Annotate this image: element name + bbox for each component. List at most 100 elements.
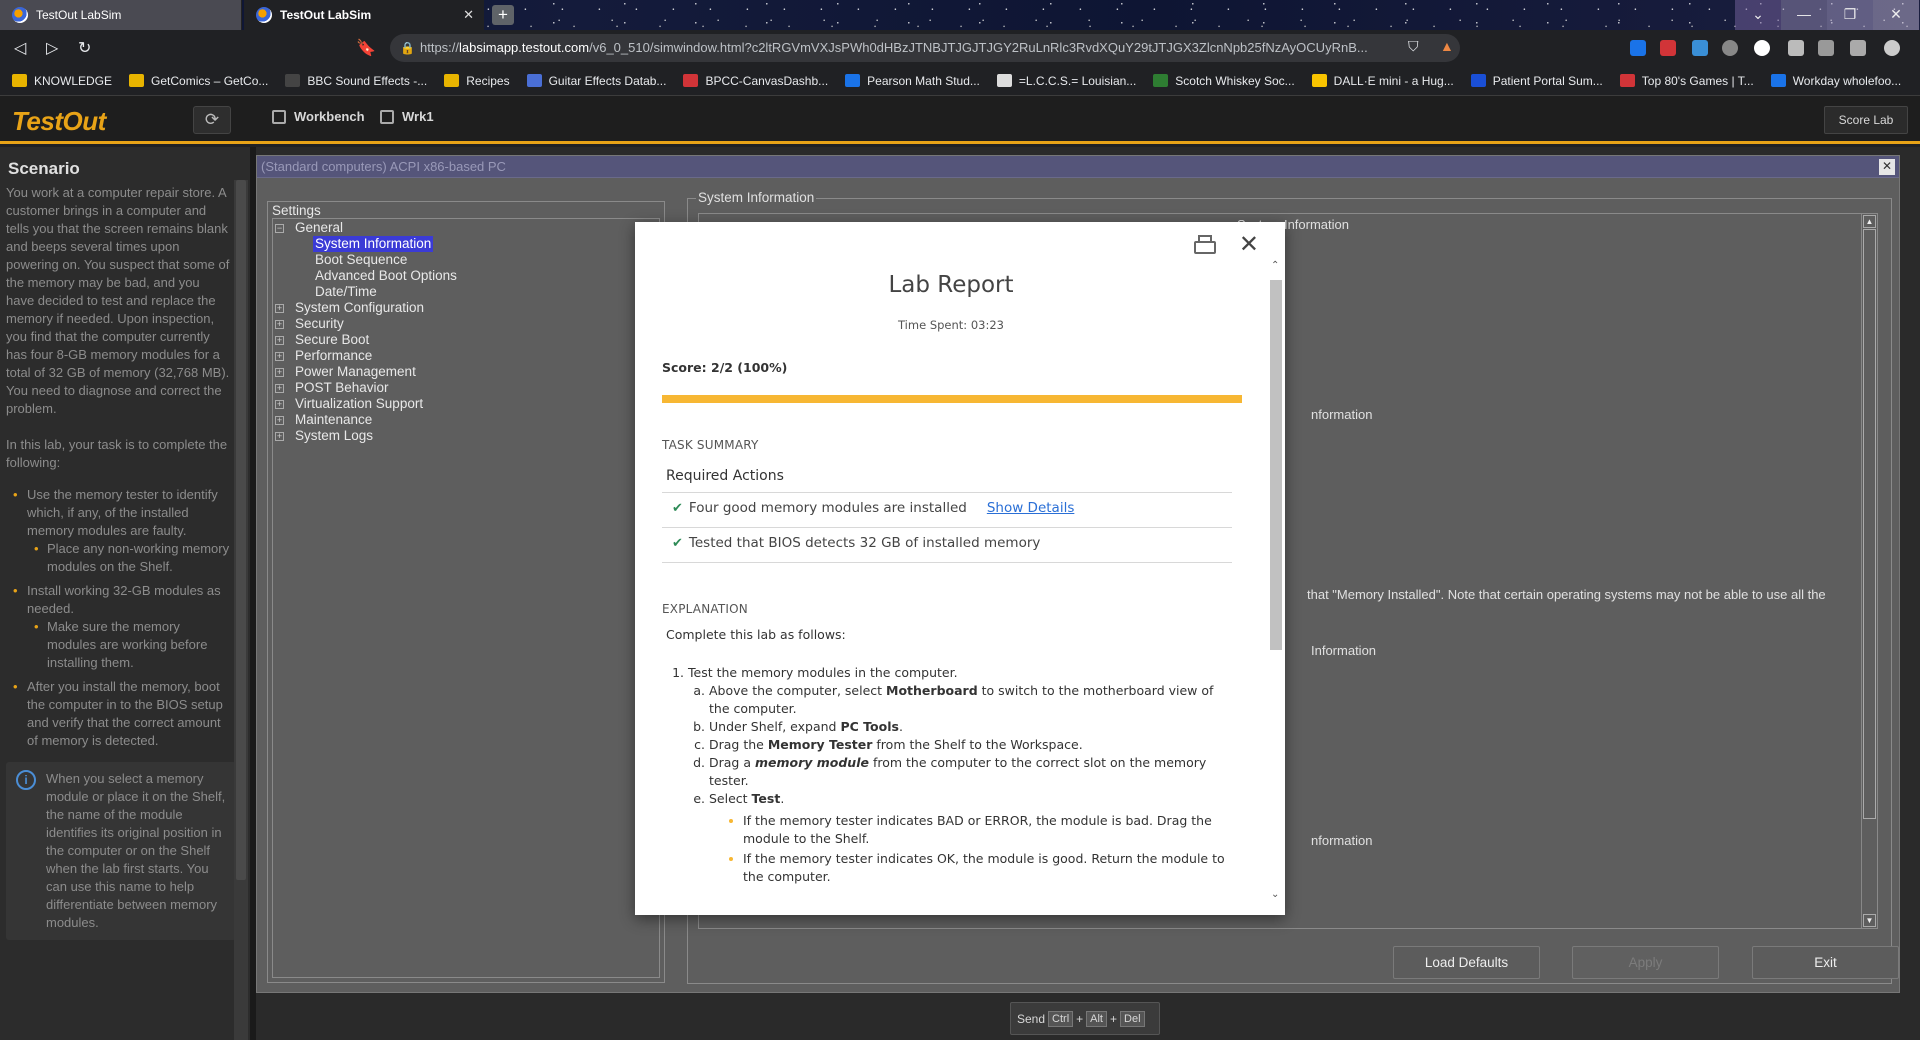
- bookmark-icon[interactable]: 🔖: [356, 38, 376, 58]
- bookmark-item[interactable]: =L.C.C.S.= Louisian...: [996, 74, 1136, 88]
- task-text: Tested that BIOS detects 32 GB of instal…: [688, 535, 1041, 551]
- brave-rewards-icon[interactable]: ▲: [1440, 38, 1454, 54]
- profile-icon[interactable]: [1884, 40, 1900, 56]
- refresh-icon[interactable]: ⟳: [193, 106, 231, 134]
- bookmark-item[interactable]: Recipes: [444, 74, 510, 88]
- media-controls-icon[interactable]: [1818, 40, 1834, 56]
- bookmark-favicon-icon: [845, 74, 861, 87]
- dialog-title: Lab Report: [888, 272, 1014, 298]
- expand-icon[interactable]: +: [275, 352, 284, 361]
- url-host: labsimapp.testout.com: [459, 40, 590, 55]
- minimize-icon[interactable]: —: [1781, 0, 1827, 30]
- expand-icon[interactable]: +: [275, 432, 284, 441]
- close-icon[interactable]: ✕: [1239, 232, 1259, 256]
- folder-icon: [444, 74, 460, 87]
- scroll-up-icon[interactable]: ▲: [1863, 215, 1876, 228]
- lab-report-dialog: ✕ Lab Report Time Spent: 03:23 Score: 2/…: [635, 222, 1285, 915]
- bookmark-item[interactable]: DALL·E mini - a Hug...: [1311, 74, 1454, 88]
- bookmark-item[interactable]: Scotch Whiskey Soc...: [1153, 74, 1295, 88]
- wallet-icon[interactable]: [1850, 40, 1866, 56]
- sysinfo-scrollbar[interactable]: ▲ ▼: [1861, 214, 1877, 928]
- scenario-task-list: Use the memory tester to identify which,…: [6, 486, 230, 750]
- bookmark-item[interactable]: Patient Portal Sum...: [1470, 74, 1603, 88]
- bookmark-label: Workday wholefoo...: [1792, 73, 1902, 88]
- close-tab-icon[interactable]: ✕: [463, 7, 474, 23]
- expand-icon[interactable]: +: [275, 384, 284, 393]
- tree-item-advanced-boot-options[interactable]: Advanced Boot Options: [315, 268, 457, 284]
- browser-tab-1[interactable]: TestOut LabSim: [0, 0, 242, 30]
- bookmark-item[interactable]: Pearson Math Stud...: [845, 74, 980, 88]
- close-window-icon[interactable]: ✕: [1873, 0, 1919, 30]
- dialog-scrollbar[interactable]: ⌃ ⌄: [1270, 260, 1282, 900]
- expand-icon[interactable]: +: [275, 368, 284, 377]
- browser-tab-2[interactable]: TestOut LabSim ✕: [244, 0, 484, 30]
- expand-icon[interactable]: +: [275, 400, 284, 409]
- tree-item-secure-boot[interactable]: Secure Boot: [295, 332, 369, 348]
- scroll-down-icon[interactable]: ▼: [1863, 914, 1876, 927]
- restore-icon[interactable]: ❐: [1827, 0, 1873, 30]
- tree-item-security[interactable]: Security: [295, 316, 344, 332]
- breadcrumb-workbench[interactable]: Workbench: [272, 109, 365, 124]
- tree-item-performance[interactable]: Performance: [295, 348, 372, 364]
- tree-item-date-time[interactable]: Date/Time: [315, 284, 377, 300]
- collapse-icon[interactable]: −: [275, 224, 284, 233]
- exit-button[interactable]: Exit: [1752, 946, 1899, 979]
- tree-item-maintenance[interactable]: Maintenance: [295, 412, 372, 428]
- bookmark-item[interactable]: Workday wholefoo...: [1770, 73, 1902, 88]
- back-icon[interactable]: ◁: [14, 38, 26, 58]
- extension-icon[interactable]: [1692, 40, 1708, 56]
- alt-key: Alt: [1086, 1010, 1107, 1027]
- url-bar[interactable]: 🔒 https://labsimapp.testout.com/v6_0_510…: [390, 34, 1460, 62]
- scroll-up-icon[interactable]: ⌃: [1271, 260, 1279, 271]
- task-row: ✔ Four good memory modules are installed…: [672, 500, 1074, 516]
- tree-item-boot-sequence[interactable]: Boot Sequence: [315, 252, 407, 268]
- tree-item-post-behavior[interactable]: POST Behavior: [295, 380, 389, 396]
- tree-item-system-information[interactable]: System Information: [313, 236, 434, 252]
- del-key: Del: [1120, 1010, 1145, 1027]
- load-defaults-button[interactable]: Load Defaults: [1393, 946, 1540, 979]
- expand-icon[interactable]: +: [275, 416, 284, 425]
- extension-icon[interactable]: [1660, 40, 1676, 56]
- expand-icon[interactable]: +: [275, 336, 284, 345]
- score-lab-button[interactable]: Score Lab: [1824, 106, 1908, 134]
- scrollbar-thumb[interactable]: [1863, 229, 1876, 819]
- close-icon[interactable]: ✕: [1879, 159, 1895, 175]
- bookmark-item[interactable]: Guitar Effects Datab...: [526, 74, 666, 88]
- extension-icon[interactable]: [1754, 40, 1770, 56]
- extension-icon[interactable]: [1722, 40, 1738, 56]
- settings-label: Settings: [272, 203, 321, 218]
- bookmark-item[interactable]: Top 80's Games | T...: [1619, 74, 1754, 88]
- tree-item-virtualization-support[interactable]: Virtualization Support: [295, 396, 423, 412]
- extension-icon[interactable]: [1630, 40, 1646, 56]
- bookmark-item[interactable]: BPCC-CanvasDashb...: [683, 74, 828, 88]
- bookmark-item[interactable]: KNOWLEDGE: [12, 74, 112, 88]
- expand-icon[interactable]: +: [275, 304, 284, 313]
- tab-search-icon[interactable]: ⌄: [1735, 0, 1781, 30]
- breadcrumb-wrk1[interactable]: Wrk1: [380, 109, 434, 124]
- bookmark-item[interactable]: BBC Sound Effects -...: [285, 74, 427, 88]
- forward-icon[interactable]: ▷: [46, 38, 58, 58]
- tree-item-system-logs[interactable]: System Logs: [295, 428, 373, 444]
- reload-icon[interactable]: ↻: [78, 38, 91, 58]
- scenario-scrollbar[interactable]: [234, 180, 248, 1040]
- scroll-down-icon[interactable]: ⌄: [1271, 889, 1279, 900]
- expand-icon[interactable]: +: [275, 320, 284, 329]
- show-details-link[interactable]: Show Details: [987, 500, 1075, 516]
- tree-item-system-configuration[interactable]: System Configuration: [295, 300, 424, 316]
- section-heading: Information: [1311, 643, 1377, 658]
- tree-item-power-management[interactable]: Power Management: [295, 364, 416, 380]
- print-icon[interactable]: [1193, 234, 1216, 254]
- apply-button[interactable]: Apply: [1572, 946, 1719, 979]
- time-spent: Time Spent: 03:23: [898, 318, 1004, 332]
- brave-shield-icon[interactable]: ⛉: [1408, 38, 1419, 55]
- extensions-puzzle-icon[interactable]: [1788, 40, 1804, 56]
- scrollbar-thumb[interactable]: [1270, 280, 1282, 650]
- bookmark-item[interactable]: GetComics – GetCo...: [129, 74, 268, 88]
- send-keys-bar[interactable]: Send Ctrl + Alt + Del: [1010, 1002, 1160, 1035]
- bookmark-favicon-icon: [1770, 74, 1786, 87]
- tree-item-general[interactable]: General: [295, 220, 343, 236]
- bookmark-favicon-icon: [996, 74, 1012, 87]
- info-text: that "Memory Installed". Note that certa…: [1307, 587, 1826, 602]
- new-tab-button[interactable]: +: [492, 5, 514, 25]
- bookmark-favicon-icon: [526, 74, 542, 87]
